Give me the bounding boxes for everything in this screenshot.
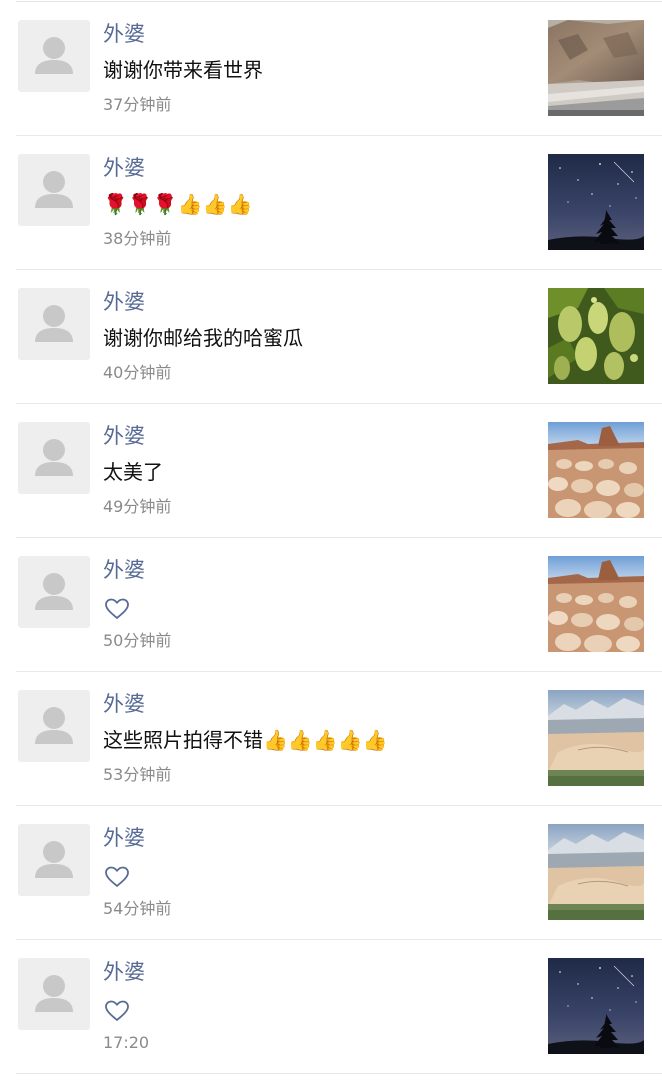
avatar[interactable] <box>18 958 90 1030</box>
comment-time: 49分钟前 <box>103 497 172 516</box>
grape-vine-photo[interactable] <box>548 288 644 384</box>
default-avatar-icon <box>35 171 73 208</box>
commenter-name[interactable]: 外婆 <box>103 555 145 585</box>
comment-time: 50分钟前 <box>103 631 172 650</box>
default-avatar-icon <box>35 37 73 74</box>
comment-list: 外婆 谢谢你带来看世界 37分钟前 外婆 🌹🌹🌹👍👍👍 38分钟前 外婆 谢谢你… <box>0 2 662 1074</box>
starry-night-tree-photo[interactable] <box>548 958 644 1054</box>
comment-text: 谢谢你带来看世界 <box>103 58 263 82</box>
comment-text: 这些照片拍得不错👍👍👍👍👍 <box>103 728 388 752</box>
comment-item[interactable]: 外婆 54分钟前 <box>0 806 662 940</box>
sand-dunes-photo[interactable] <box>548 824 644 920</box>
mountain-road-photo[interactable] <box>548 20 644 116</box>
comment-item[interactable]: 外婆 太美了 49分钟前 <box>0 404 662 538</box>
comment-item[interactable]: 外婆 🌹🌹🌹👍👍👍 38分钟前 <box>0 136 662 270</box>
commenter-name[interactable]: 外婆 <box>103 287 145 317</box>
comment-time: 37分钟前 <box>103 95 172 114</box>
default-avatar-icon <box>35 841 73 878</box>
comment-time: 53分钟前 <box>103 765 172 784</box>
avatar[interactable] <box>18 20 90 92</box>
commenter-name[interactable]: 外婆 <box>103 19 145 49</box>
avatar[interactable] <box>18 824 90 896</box>
commenter-name[interactable]: 外婆 <box>103 957 145 987</box>
comment-item[interactable]: 外婆 谢谢你带来看世界 37分钟前 <box>0 2 662 136</box>
default-avatar-icon <box>35 573 73 610</box>
comment-item[interactable]: 外婆 这些照片拍得不错👍👍👍👍👍 53分钟前 <box>0 672 662 806</box>
starry-night-tree-photo[interactable] <box>548 154 644 250</box>
commenter-name[interactable]: 外婆 <box>103 689 145 719</box>
comment-item[interactable]: 外婆 谢谢你邮给我的哈蜜瓜 40分钟前 <box>0 270 662 404</box>
default-avatar-icon <box>35 707 73 744</box>
comment-time: 54分钟前 <box>103 899 172 918</box>
avatar[interactable] <box>18 556 90 628</box>
avatar[interactable] <box>18 422 90 494</box>
comment-item[interactable]: 外婆 50分钟前 <box>0 538 662 672</box>
comment-time: 40分钟前 <box>103 363 172 382</box>
sand-dunes-photo[interactable] <box>548 690 644 786</box>
desert-stones-photo[interactable] <box>548 422 644 518</box>
comment-item[interactable]: 外婆 17:20 <box>0 940 662 1074</box>
comment-text: 谢谢你邮给我的哈蜜瓜 <box>103 326 303 350</box>
comment-text: 🌹🌹🌹👍👍👍 <box>103 192 253 216</box>
avatar[interactable] <box>18 288 90 360</box>
avatar[interactable] <box>18 690 90 762</box>
commenter-name[interactable]: 外婆 <box>103 421 145 451</box>
comment-time: 38分钟前 <box>103 229 172 248</box>
default-avatar-icon <box>35 439 73 476</box>
heart-icon <box>104 865 130 889</box>
desert-stones-photo[interactable] <box>548 556 644 652</box>
commenter-name[interactable]: 外婆 <box>103 823 145 853</box>
heart-icon <box>104 597 130 621</box>
heart-icon <box>104 999 130 1023</box>
default-avatar-icon <box>35 305 73 342</box>
comment-text: 太美了 <box>103 460 163 484</box>
commenter-name[interactable]: 外婆 <box>103 153 145 183</box>
default-avatar-icon <box>35 975 73 1012</box>
comment-time: 17:20 <box>103 1033 150 1052</box>
avatar[interactable] <box>18 154 90 226</box>
